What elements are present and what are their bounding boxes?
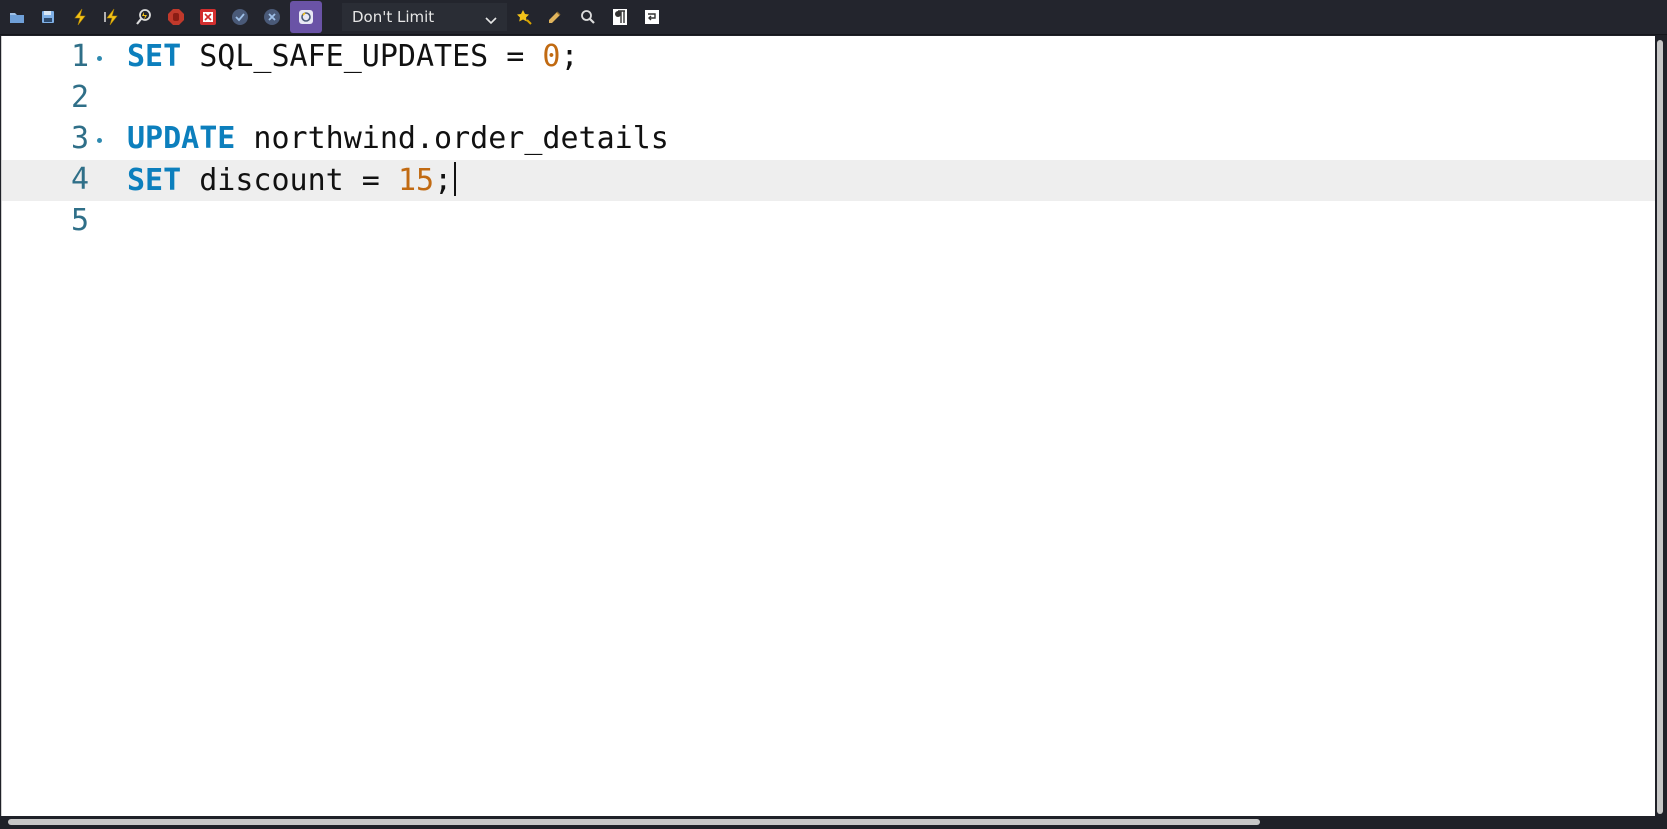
vertical-scrollbar-thumb[interactable] xyxy=(1657,40,1663,814)
keyword: SET xyxy=(127,39,182,74)
chevron-down-icon xyxy=(485,11,497,29)
code-line[interactable]: 1 SET SQL_SAFE_UPDATES = 0; xyxy=(2,37,1655,78)
code-token: ; xyxy=(560,39,579,74)
statement-marker xyxy=(97,138,102,143)
line-number: 3 xyxy=(70,121,89,156)
invisible-chars-icon[interactable] xyxy=(605,2,635,32)
toggle-error-continue-icon[interactable] xyxy=(193,2,223,32)
keyword: UPDATE xyxy=(127,121,236,156)
vertical-scrollbar[interactable] xyxy=(1656,36,1667,816)
line-number: 5 xyxy=(70,203,89,238)
limit-rows-select[interactable]: Don't Limit xyxy=(342,3,507,31)
execute-current-icon[interactable] xyxy=(97,2,127,32)
wrap-lines-icon[interactable] xyxy=(637,2,667,32)
line-number: 4 xyxy=(70,162,89,197)
line-number: 1 xyxy=(70,39,89,74)
find-icon[interactable] xyxy=(573,2,603,32)
code-token: discount = xyxy=(181,163,398,198)
stop-icon[interactable] xyxy=(161,2,191,32)
horizontal-scrollbar-thumb[interactable] xyxy=(8,819,1260,825)
horizontal-scrollbar[interactable] xyxy=(0,816,1667,829)
number-literal: 15 xyxy=(397,163,435,198)
code-text: UPDATE northwind.order_details xyxy=(127,121,669,156)
code-line[interactable]: 2 xyxy=(2,78,1655,119)
format-icon[interactable] xyxy=(541,2,571,32)
limit-rows-value: Don't Limit xyxy=(352,8,435,26)
number-literal: 0 xyxy=(542,39,561,74)
code-token: SQL_SAFE_UPDATES = xyxy=(181,39,543,74)
explain-icon[interactable] xyxy=(129,2,159,32)
open-file-icon[interactable] xyxy=(2,2,32,32)
keyword: SET xyxy=(127,163,182,198)
sql-editor[interactable]: 1 SET SQL_SAFE_UPDATES = 0; 2 3 UPDATE n… xyxy=(1,36,1655,816)
beautify-icon[interactable] xyxy=(509,2,539,32)
code-line[interactable]: 3 UPDATE northwind.order_details xyxy=(2,119,1655,160)
commit-icon[interactable] xyxy=(225,2,255,32)
code-line-current[interactable]: 4 SET discount = 15; xyxy=(2,160,1655,201)
code-text: SET discount = 15; xyxy=(127,162,457,198)
line-number: 2 xyxy=(70,80,89,115)
code-line[interactable]: 5 xyxy=(2,201,1655,242)
statement-marker xyxy=(97,56,102,61)
save-icon[interactable] xyxy=(33,2,63,32)
code-token: ; xyxy=(434,163,453,198)
code-token: northwind.order_details xyxy=(235,121,669,156)
execute-icon[interactable] xyxy=(65,2,95,32)
code-text: SET SQL_SAFE_UPDATES = 0; xyxy=(127,39,579,74)
text-cursor xyxy=(454,162,457,196)
rollback-icon[interactable] xyxy=(257,2,287,32)
autocommit-icon[interactable] xyxy=(290,1,322,33)
editor-toolbar: Don't Limit xyxy=(0,0,1667,35)
